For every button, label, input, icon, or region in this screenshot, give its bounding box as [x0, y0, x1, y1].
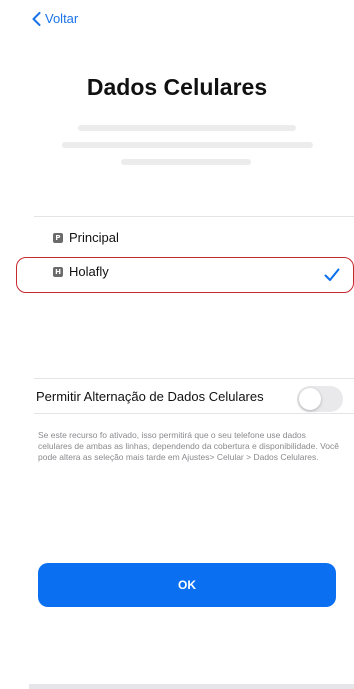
back-label: Voltar	[45, 11, 79, 26]
sim-badge-icon: P	[53, 232, 63, 243]
ok-button[interactable]: OK	[38, 563, 336, 607]
line-option-holafly[interactable]: H Holafly	[53, 264, 109, 279]
bottom-bar	[29, 684, 354, 689]
description-placeholder-line	[78, 125, 296, 131]
page-title: Dados Celulares	[86, 74, 268, 100]
sim-badge-icon: H	[53, 266, 63, 277]
description-placeholder-line	[62, 142, 313, 148]
chevron-left-icon	[32, 11, 41, 26]
back-button[interactable]: Voltar	[32, 11, 78, 26]
checkmark-icon	[324, 268, 340, 281]
description-placeholder-line	[121, 159, 251, 165]
line-option-label: Holafly	[69, 264, 109, 279]
data-switching-footnote: Se este recurso fo ativado, isso permiti…	[38, 430, 340, 462]
divider	[34, 216, 354, 217]
line-option-label: Principal	[69, 230, 119, 245]
toggle-knob	[299, 388, 321, 410]
line-option-principal[interactable]: P Principal	[53, 230, 119, 245]
divider	[34, 413, 354, 414]
divider	[34, 378, 354, 379]
data-switching-label: Permitir Alternação de Dados Celulares	[36, 389, 264, 404]
data-switching-toggle[interactable]	[297, 386, 343, 412]
